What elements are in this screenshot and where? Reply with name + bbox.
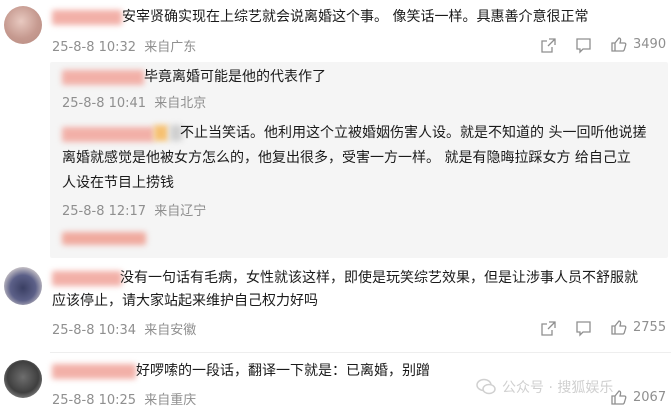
reply-text-line2: 离婚就感觉是他被女方怎么的，他复出很多，受害一方一样。 就是有隐晦拉踩女方 给自… <box>62 150 631 166</box>
like-count: 2067 <box>633 390 667 405</box>
comment-icon <box>576 321 591 337</box>
avatar[interactable] <box>4 6 42 44</box>
watermark: 公众号 · 搜狐娱乐 <box>476 377 613 397</box>
reply-time: 25-8-8 12:17 <box>62 204 147 219</box>
avatar[interactable] <box>4 267 42 305</box>
emoji-redacted <box>154 125 168 141</box>
reply-button[interactable] <box>575 37 592 54</box>
like-icon <box>611 37 627 52</box>
comment-location: 来自安徽 <box>144 323 197 338</box>
comment-location: 来自重庆 <box>144 393 197 408</box>
comment-icon <box>576 38 591 54</box>
share-button[interactable] <box>540 37 557 54</box>
username-redacted[interactable] <box>62 70 144 85</box>
wechat-icon <box>476 378 496 395</box>
reply-text: 毕竟离婚可能是他的代表作了 <box>144 69 326 85</box>
comment-text: 安宰贤确实现在上综艺就会说离婚这个事。 像笑话一样。具惠善介意很正常 <box>122 9 589 25</box>
share-icon <box>541 321 556 336</box>
like-count: 2755 <box>633 320 667 335</box>
comment-meta: 25-8-8 10:25 来自重庆 <box>52 389 196 408</box>
reply-text-line1: 不止当笑话。他利用这个立被婚姻伤害人设。就是不知道的 头一回听他说搓 <box>180 125 647 141</box>
view-more-replies[interactable] <box>62 232 146 245</box>
comment-location: 来自广东 <box>144 40 197 55</box>
username-redacted[interactable] <box>52 271 122 286</box>
comment-text: 好啰嗦的一段话，翻译一下就是：已离婚，别蹭 <box>136 363 430 379</box>
like-icon <box>611 320 627 335</box>
comment-meta: 25-8-8 10:34 来自安徽 <box>52 319 196 338</box>
divider <box>50 352 671 353</box>
username-redacted[interactable] <box>62 127 154 142</box>
reply-text-line3: 人设在节目上捞钱 <box>62 175 174 191</box>
comment-text-line2: 应该停止，请大家站起来维护自己权力好吗 <box>52 293 318 309</box>
reply-time: 25-8-8 10:41 <box>62 96 147 111</box>
comment-time: 25-8-8 10:34 <box>52 323 137 338</box>
reply-button[interactable] <box>575 320 592 337</box>
share-button[interactable] <box>540 320 557 337</box>
comment-meta: 25-8-8 10:32 来自广东 <box>52 36 196 55</box>
reply-meta: 25-8-8 10:41 来自北京 <box>62 92 206 111</box>
like-button[interactable]: 3490 <box>610 36 666 53</box>
watermark-text: 公众号 · 搜狐娱乐 <box>502 380 614 396</box>
reply-location: 来自北京 <box>154 96 207 111</box>
username-redacted[interactable] <box>52 10 122 25</box>
username-redacted[interactable] <box>52 364 136 379</box>
avatar[interactable] <box>4 360 42 398</box>
comment-time: 25-8-8 10:25 <box>52 393 137 408</box>
comment-text-line1: 没有一句话有毛病，女性就该这样，即使是玩笑综艺效果，但是让涉事人员不舒服就 <box>120 270 638 286</box>
like-button[interactable]: 2755 <box>610 319 666 336</box>
comment-time: 25-8-8 10:32 <box>52 40 137 55</box>
like-button[interactable]: 2067 <box>610 389 666 406</box>
reply-location: 来自辽宁 <box>154 204 207 219</box>
like-count: 3490 <box>633 37 667 52</box>
share-icon <box>541 38 556 53</box>
reply-meta: 25-8-8 12:17 来自辽宁 <box>62 200 206 219</box>
